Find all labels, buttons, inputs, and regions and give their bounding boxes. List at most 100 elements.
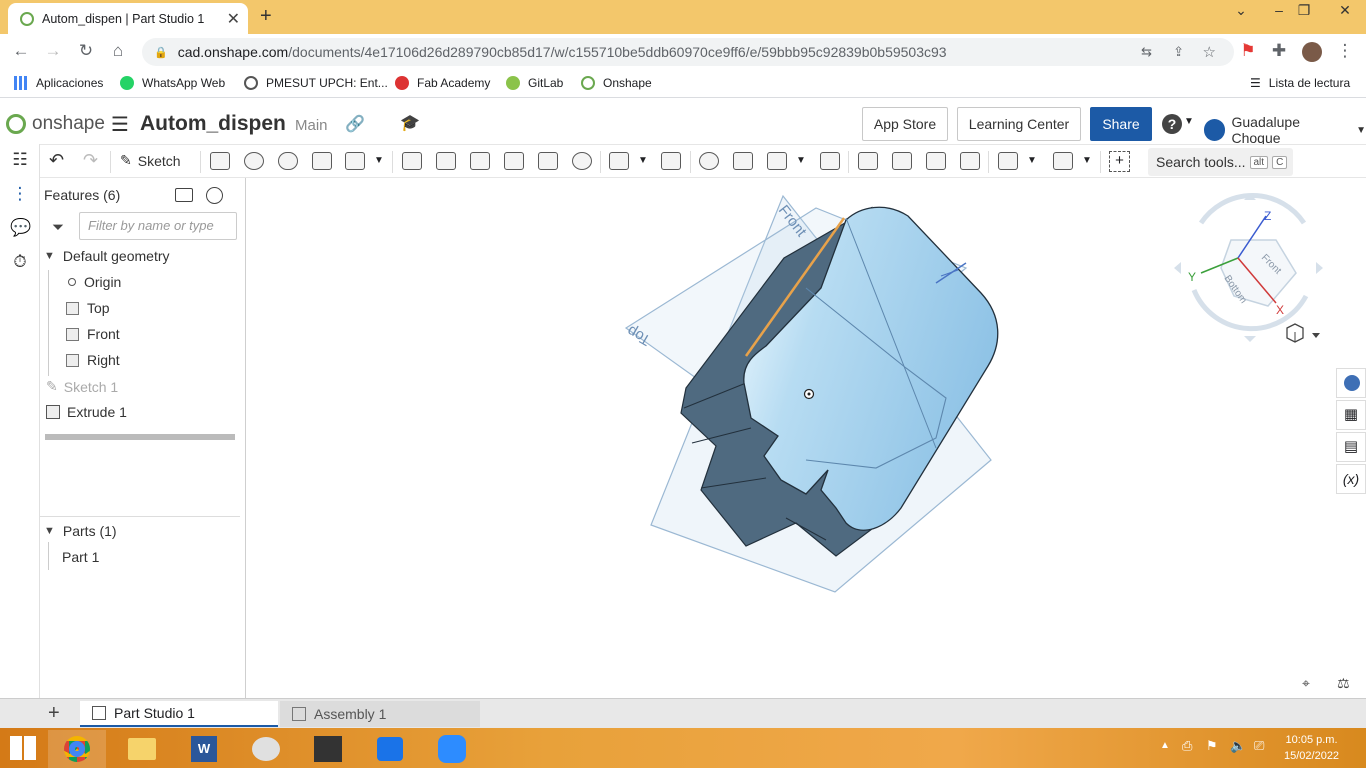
view-options-button[interactable] (1286, 323, 1320, 343)
view-cube[interactable]: Z Y X Front Bottom (1174, 193, 1323, 342)
feature-front-plane[interactable]: Front (66, 326, 120, 342)
delete-part-icon[interactable] (820, 152, 840, 170)
reload-icon[interactable]: ↻ (75, 41, 97, 61)
user-menu[interactable]: Guadalupe Choque ▼ (1204, 114, 1366, 146)
bookmark-gitlab[interactable]: GitLab (506, 76, 563, 90)
education-cap-icon[interactable]: 🎓 (400, 113, 420, 133)
model-canvas[interactable]: Front Top Z Y X Front Bottom (246, 178, 1366, 698)
undo-icon[interactable]: ↶ (49, 150, 64, 171)
browser-tab[interactable]: Autom_dispen | Part Studio 1 ✕ (8, 3, 248, 34)
extension-flag-icon[interactable]: ⚑ (1237, 41, 1259, 61)
variables-icon[interactable]: (x) (1336, 464, 1366, 494)
view-cube-down-arrow-icon[interactable] (1244, 336, 1256, 342)
address-bar[interactable]: 🔒 cad.onshape.com/documents/4e17106d26d2… (142, 38, 1234, 66)
screen-recorder-taskbar-icon[interactable] (361, 730, 419, 768)
chevron-down-icon[interactable]: ▼ (796, 155, 806, 166)
view-cube-box[interactable] (1220, 239, 1297, 307)
add-tab-icon[interactable]: + (48, 702, 60, 725)
back-icon[interactable]: ← (10, 41, 32, 61)
profile-avatar[interactable] (1302, 42, 1322, 62)
chevron-down-icon[interactable]: ▼ (1082, 155, 1092, 166)
mirror-icon[interactable] (661, 152, 681, 170)
rollback-timer-icon[interactable] (206, 187, 223, 204)
document-name[interactable]: Autom_dispen (140, 112, 286, 136)
tab-assembly-1[interactable]: Assembly 1 (280, 701, 480, 727)
share-page-icon[interactable]: ⇪ (1173, 44, 1184, 60)
bookmark-star-icon[interactable]: ☆ (1203, 43, 1216, 61)
chrome-taskbar-icon[interactable] (48, 730, 106, 768)
shell-icon[interactable] (538, 152, 558, 170)
rib-icon[interactable] (504, 152, 524, 170)
view-cube-right-arrow-icon[interactable] (1316, 262, 1323, 274)
feature-sketch1[interactable]: ✎ Sketch 1 (46, 378, 118, 395)
extensions-puzzle-icon[interactable]: ✚ (1268, 41, 1290, 61)
sweep-icon[interactable] (278, 152, 298, 170)
close-window-button[interactable]: ✕ (1330, 2, 1360, 19)
fillet-icon[interactable] (402, 152, 422, 170)
video-editor-taskbar-icon[interactable] (299, 730, 357, 768)
help-icon[interactable]: ? (1162, 114, 1182, 134)
bookmark-fab-academy[interactable]: Fab Academy (395, 76, 490, 90)
tray-devices-icon[interactable]: ⎙ (1182, 738, 1192, 754)
feature-origin[interactable]: Origin (68, 274, 121, 290)
replace-face-icon[interactable] (960, 152, 980, 170)
chrome-menu-icon[interactable]: ⋮ (1334, 41, 1356, 61)
tray-volume-icon[interactable]: 🔈 (1230, 738, 1246, 754)
reading-list[interactable]: ☰ Lista de lectura (1250, 76, 1350, 90)
modify-fillet-icon[interactable] (858, 152, 878, 170)
branch-name[interactable]: Main (295, 117, 328, 134)
share-button[interactable]: Share (1090, 107, 1152, 141)
transform-icon[interactable] (767, 152, 787, 170)
rollback-bar[interactable] (45, 434, 235, 440)
measure-icon[interactable]: ⌖ (1302, 675, 1310, 692)
appearance-panel-icon[interactable] (1336, 368, 1366, 398)
timer-icon[interactable]: ⏱ (10, 252, 30, 272)
bookmark-onshape[interactable]: Onshape (581, 76, 652, 90)
thicken-icon[interactable] (345, 152, 365, 170)
draft-icon[interactable] (470, 152, 490, 170)
forward-icon[interactable]: → (42, 41, 64, 61)
sketch-button[interactable]: ✎ Sketch (120, 152, 181, 169)
taskbar-clock[interactable]: 10:05 p.m. 15/02/2022 (1284, 732, 1339, 764)
chevron-down-icon[interactable]: ▼ (374, 155, 384, 166)
tab-search-icon[interactable]: ⌄ (1226, 2, 1256, 19)
tray-flag-icon[interactable]: ⚑ (1206, 738, 1218, 754)
filter-input[interactable]: Filter by name or type (79, 212, 237, 240)
configurations-icon[interactable]: ▦ (1336, 400, 1366, 430)
part-1[interactable]: Part 1 (62, 549, 99, 565)
bookmark-apps[interactable]: Aplicaciones (14, 76, 103, 90)
delete-face-icon[interactable] (892, 152, 912, 170)
revolve-icon[interactable] (244, 152, 264, 170)
new-tab-button[interactable]: + (260, 5, 272, 28)
parts-folder[interactable]: ▼ Parts (1) (44, 523, 117, 539)
bom-icon[interactable]: ▤ (1336, 432, 1366, 462)
feature-top-plane[interactable]: Top (66, 300, 110, 316)
paint-taskbar-icon[interactable] (237, 730, 295, 768)
restore-button[interactable]: ❐ (1289, 2, 1319, 19)
graphics-viewport[interactable]: Front Top Z Y X Front Bottom ▦ ▤ (x) ⌖ ⚖ (246, 178, 1366, 698)
learning-center-button[interactable]: Learning Center (957, 107, 1081, 141)
add-folder-icon[interactable] (175, 188, 193, 202)
pattern-icon[interactable] (609, 152, 629, 170)
tray-network-icon[interactable]: ⎚ (1254, 738, 1264, 754)
default-geometry-folder[interactable]: ▼ Default geometry (44, 248, 170, 264)
app-store-button[interactable]: App Store (862, 107, 948, 141)
zoom-taskbar-icon[interactable] (423, 730, 481, 768)
chevron-down-icon[interactable]: ▼ (638, 155, 648, 166)
add-custom-feature-icon[interactable]: + (1109, 151, 1130, 172)
link-icon[interactable]: 🔗 (345, 114, 365, 134)
file-explorer-taskbar-icon[interactable] (113, 730, 171, 768)
word-taskbar-icon[interactable]: W (175, 730, 233, 768)
feature-extrude1[interactable]: Extrude 1 (46, 404, 127, 420)
extrude-icon[interactable] (210, 152, 230, 170)
mass-properties-icon[interactable]: ⚖ (1337, 675, 1350, 692)
filter-icon[interactable]: ⏷ (52, 219, 64, 236)
search-tools-input[interactable]: Search tools... alt C (1148, 148, 1293, 176)
feature-list-icon[interactable]: ☷ (10, 150, 30, 170)
windows-start-icon[interactable] (10, 736, 36, 760)
tab-part-studio-1[interactable]: Part Studio 1 (80, 701, 278, 727)
chamfer-icon[interactable] (436, 152, 456, 170)
hamburger-menu-icon[interactable]: ☰ (111, 112, 129, 137)
feature-right-plane[interactable]: Right (66, 352, 120, 368)
redo-icon[interactable]: ↷ (83, 150, 98, 171)
